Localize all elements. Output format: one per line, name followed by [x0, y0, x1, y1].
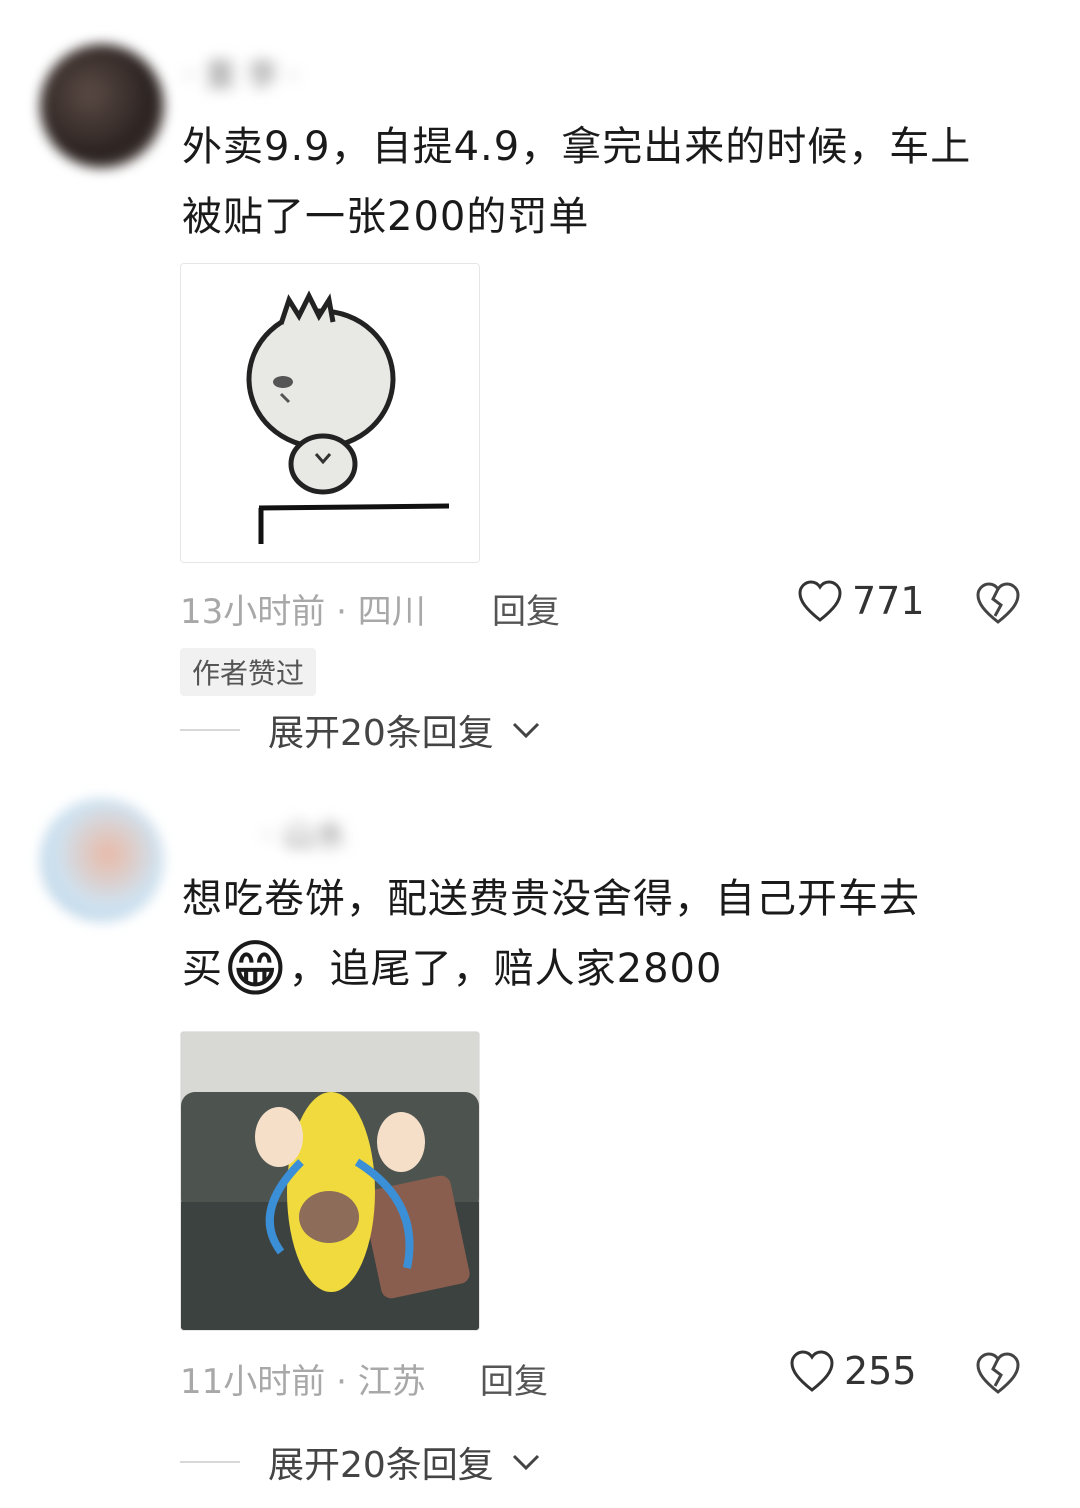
username[interactable]: · 山水 [262, 810, 346, 854]
dislike-button[interactable] [974, 580, 1022, 630]
avatar[interactable] [40, 44, 164, 168]
comment-text-fragment: 买 [182, 946, 223, 992]
expand-replies-button[interactable]: 展开20条回复 [180, 1436, 542, 1488]
comment-text-line: 想吃卷饼，配送费贵没舍得，自己开车去 [182, 876, 920, 922]
broken-heart-icon [976, 1352, 1020, 1394]
expand-replies-label: 展开20条回复 [268, 713, 494, 754]
crying-banana-cat-sticker [181, 1032, 479, 1330]
expand-replies-button[interactable]: 展开20条回复 [180, 704, 542, 756]
divider-line [180, 729, 240, 731]
timestamp: 13小时前 [180, 592, 326, 632]
sticker-image[interactable] [180, 263, 480, 563]
divider-line [180, 1461, 240, 1463]
like-button[interactable]: 771 [796, 578, 925, 624]
heart-outline-icon [798, 580, 842, 622]
dislike-button[interactable] [974, 1350, 1022, 1400]
comment-text: 想吃卷饼，配送费贵没舍得，自己开车去 买😁，追尾了，赔人家2800 [182, 864, 1032, 1004]
comment-item: · 重 李 · 外卖9.9，自提4.9，拿完出来的时候，车上 被贴了一张200的… [0, 0, 1080, 760]
grin-emoji: 😁 [223, 932, 289, 1005]
chevron-down-icon [512, 722, 539, 739]
avatar[interactable] [40, 798, 164, 922]
chevron-down-icon [512, 1454, 539, 1471]
username[interactable]: · 重 李 · [184, 50, 299, 94]
comment-item: · 山水 想吃卷饼，配送费贵没舍得，自己开车去 买😁，追尾了，赔人家2800 1… [0, 760, 1080, 1508]
heart-outline-icon [790, 1350, 834, 1392]
meta-separator: · [336, 1362, 358, 1402]
broken-heart-icon [976, 582, 1020, 624]
timestamp: 11小时前 [180, 1362, 326, 1402]
bun-character-sticker [181, 264, 479, 562]
like-count: 771 [852, 579, 925, 623]
comment-text-line: 买😁，追尾了，赔人家2800 [182, 934, 1032, 1004]
comment-text-line: 被贴了一张200的罚单 [182, 194, 590, 240]
author-liked-badge: 作者赞过 [180, 648, 317, 696]
reply-button[interactable]: 回复 [480, 1354, 548, 1403]
sticker-image[interactable] [180, 1031, 480, 1331]
comment-text: 外卖9.9，自提4.9，拿完出来的时候，车上 被贴了一张200的罚单 [182, 112, 1032, 252]
expand-replies-label: 展开20条回复 [268, 1445, 494, 1486]
like-button[interactable]: 255 [788, 1348, 917, 1394]
meta-separator: · [336, 592, 358, 632]
comment-meta: 11小时前 · 江苏 [180, 1354, 426, 1403]
like-count: 255 [844, 1349, 917, 1393]
comment-text-fragment: ，追尾了，赔人家2800 [288, 946, 723, 992]
reply-button[interactable]: 回复 [492, 584, 560, 633]
location: 四川 [357, 592, 426, 632]
location: 江苏 [357, 1362, 426, 1402]
comment-meta: 13小时前 · 四川 [180, 584, 426, 633]
comment-text-line: 外卖9.9，自提4.9，拿完出来的时候，车上 [182, 124, 972, 170]
